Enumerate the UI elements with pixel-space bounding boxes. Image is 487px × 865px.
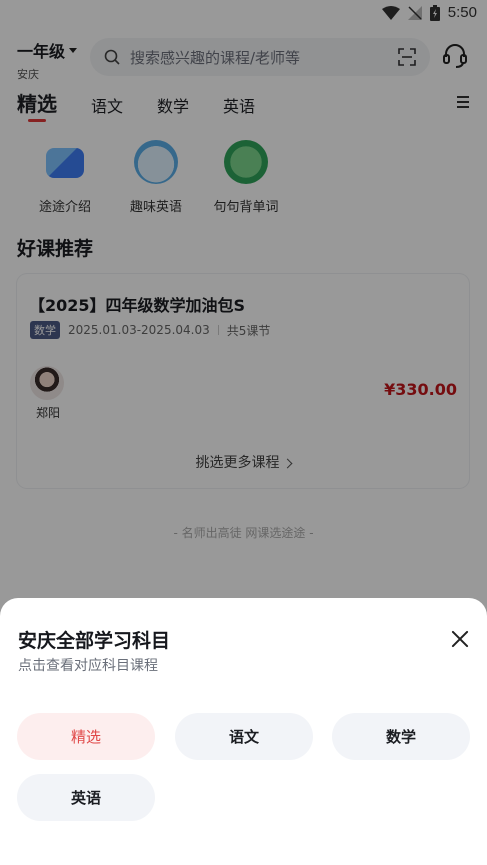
subject-bottom-sheet: 安庆全部学习科目 点击查看对应科目课程 精选 语文 数学 英语 bbox=[0, 598, 487, 865]
close-icon[interactable] bbox=[451, 630, 469, 648]
sheet-title: 安庆全部学习科目 bbox=[18, 630, 171, 652]
subject-option-math[interactable]: 数学 bbox=[332, 713, 470, 760]
subject-option-featured[interactable]: 精选 bbox=[17, 713, 155, 760]
subject-option-chinese[interactable]: 语文 bbox=[175, 713, 313, 760]
sheet-subtitle: 点击查看对应科目课程 bbox=[18, 658, 158, 674]
subject-option-english[interactable]: 英语 bbox=[17, 774, 155, 821]
